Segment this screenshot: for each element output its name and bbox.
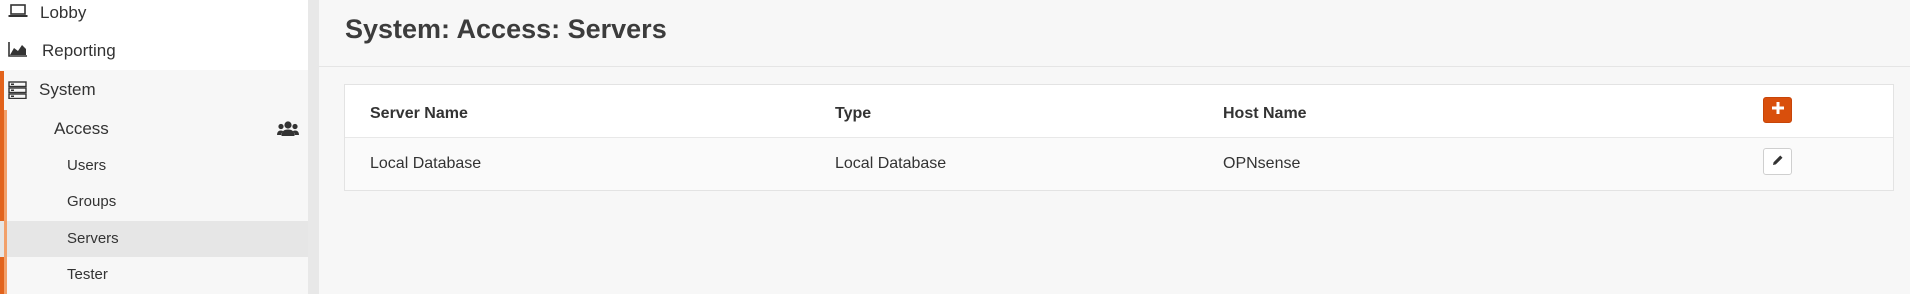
submenu-indicator bbox=[4, 110, 7, 294]
cell-host-name: OPNsense bbox=[1223, 155, 1301, 172]
sidebar-item-label: Groups bbox=[67, 193, 117, 210]
sidebar-item-label: Lobby bbox=[40, 3, 87, 22]
sidebar-item-system[interactable]: System bbox=[0, 71, 308, 109]
plus-icon bbox=[1771, 101, 1784, 119]
cell-server-name: Local Database bbox=[370, 155, 482, 172]
sidebar-item-servers[interactable]: Servers bbox=[0, 221, 308, 257]
server-icon bbox=[8, 81, 30, 101]
users-icon bbox=[277, 120, 299, 143]
page-header: System: Access: Servers bbox=[319, 0, 1910, 67]
page-title: System: Access: Servers bbox=[345, 14, 667, 44]
sidebar-item-label: Tester bbox=[67, 266, 108, 283]
sidebar: Lobby Reporting System Access Users Grou… bbox=[0, 0, 319, 294]
sidebar-item-label: Reporting bbox=[42, 41, 116, 60]
sidebar-item-reporting[interactable]: Reporting bbox=[0, 32, 308, 70]
sidebar-item-groups[interactable]: Groups bbox=[0, 184, 308, 220]
table-row: Local Database Local Database OPNsense bbox=[345, 138, 1893, 190]
add-server-button[interactable] bbox=[1763, 97, 1792, 123]
sidebar-item-label: Access bbox=[54, 119, 109, 138]
servers-table: Server Name Type Host Name Local Databas… bbox=[344, 84, 1894, 191]
sidebar-item-tester[interactable]: Tester bbox=[0, 257, 308, 294]
laptop-icon bbox=[8, 3, 30, 23]
sidebar-item-label: System bbox=[39, 80, 96, 99]
cell-type: Local Database bbox=[835, 155, 947, 172]
sidebar-item-lobby[interactable]: Lobby bbox=[0, 0, 308, 32]
column-header-host-name: Host Name bbox=[1223, 105, 1307, 122]
sidebar-item-label: Servers bbox=[67, 230, 119, 247]
column-header-type: Type bbox=[835, 105, 872, 122]
sidebar-item-label: Users bbox=[67, 157, 107, 174]
sidebar-item-users[interactable]: Users bbox=[0, 148, 308, 184]
area-chart-icon bbox=[8, 41, 30, 61]
pencil-icon bbox=[1772, 153, 1784, 171]
sidebar-item-access[interactable]: Access bbox=[0, 110, 308, 148]
edit-server-button[interactable] bbox=[1763, 148, 1792, 175]
column-header-server-name: Server Name bbox=[370, 105, 468, 122]
